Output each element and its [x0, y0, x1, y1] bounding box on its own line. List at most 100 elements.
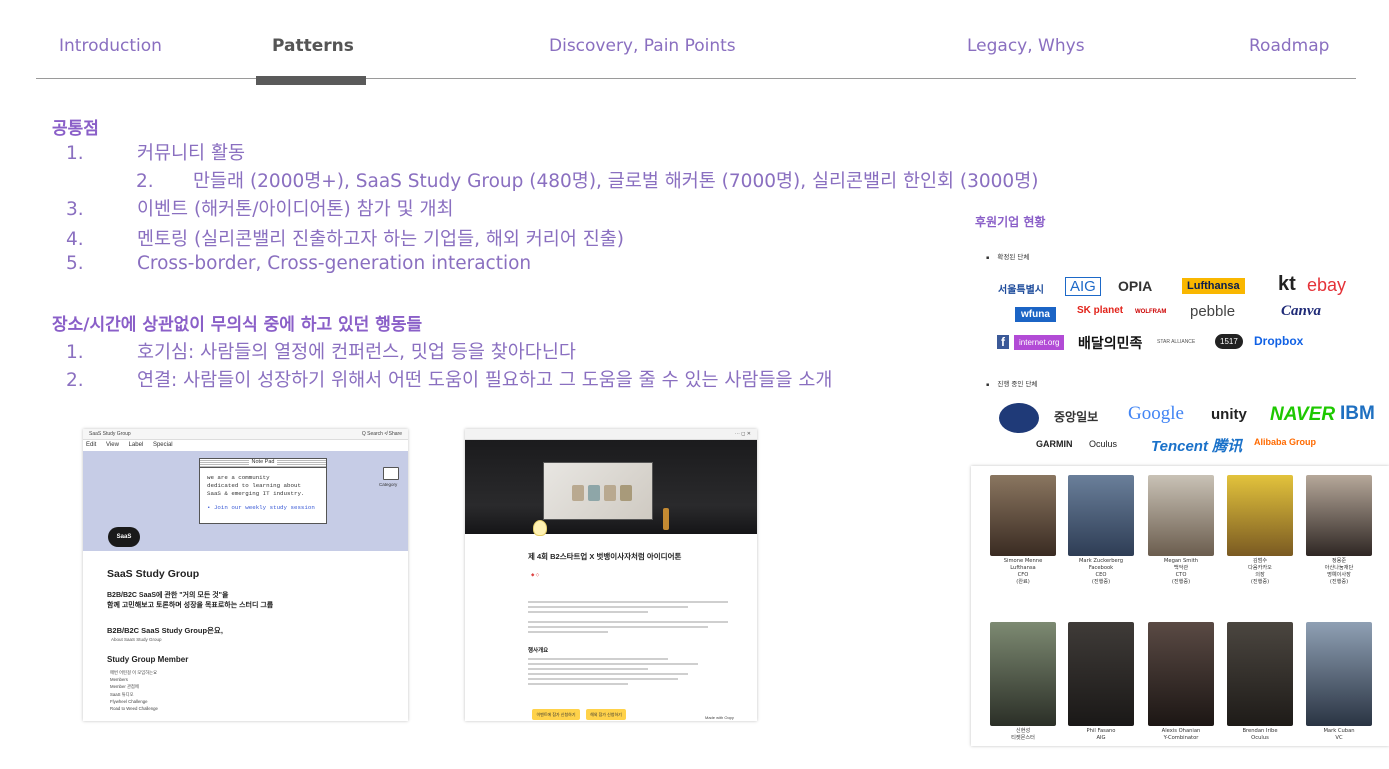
sponsor-title: 후원기업 현황 — [975, 215, 1046, 229]
list-item: 2. 만들래 (2000명+), SaaS Study Group (480명),… — [136, 171, 1039, 192]
oculus-logo: Oculus — [1089, 439, 1118, 449]
list-item[interactable]: Member 관점에 — [110, 683, 158, 690]
apply-button[interactable]: 이벤트에 참가 신청하기 — [532, 709, 580, 720]
menu-special[interactable]: Special — [153, 442, 173, 448]
lufthansa-logo: Lufthansa — [1182, 278, 1245, 294]
joongang-logo: 중앙일보 — [1054, 410, 1099, 424]
folder-icon[interactable] — [383, 467, 399, 480]
person-card: Mark Zuckerberg Facebook CEO (진행중) — [1068, 475, 1134, 586]
person-card: Megan Smith 백악관 CTO (진행중) — [1148, 475, 1214, 586]
star-alliance-logo: STAR ALLIANCE — [1157, 339, 1196, 345]
event-details — [528, 658, 728, 688]
tab-introduction[interactable]: Introduction — [59, 36, 162, 56]
kt-logo: kt — [1278, 273, 1296, 295]
event-overview-heading: 행사개요 — [528, 648, 549, 654]
naver-logo: NAVER — [1270, 404, 1336, 425]
list-item[interactable]: Members — [110, 676, 158, 683]
menu-bar: Edit View Label Special — [83, 440, 408, 451]
notepad-window: Note Pad we are a community dedicated to… — [199, 458, 327, 524]
person-card: Simone Menne Lufthansa CFO (완료) — [990, 475, 1056, 586]
canva-logo: Canva — [1281, 303, 1322, 319]
event-title: 제 4회 B2스타트업 X 벗뱅이사자처럼 아이디어톤 — [528, 552, 682, 561]
wolfram-logo: WOLFRAM — [1135, 309, 1167, 315]
wfuna-logo: wfuna — [1015, 307, 1056, 322]
event-photo — [465, 440, 757, 534]
people-grid: Simone Menne Lufthansa CFO (완료) Mark Zucker… — [971, 466, 1389, 746]
portrait-photo — [1148, 475, 1214, 556]
ibm-logo: IBM — [1340, 403, 1375, 424]
tab-legacy-whys[interactable]: Legacy, Whys — [967, 36, 1085, 56]
join-study-link[interactable]: • Join our weekly study session — [207, 504, 319, 512]
window-titlebar: SaaS Study Group Q Search ≮ Share — [83, 429, 408, 440]
section-heading-common: 공통점 — [52, 119, 99, 139]
tencent-logo: Tencent 腾讯 — [1151, 438, 1243, 455]
seoul-logo: 서울특별시 — [998, 285, 1044, 296]
portrait-photo — [1148, 622, 1214, 726]
pebble-logo: pebble — [1190, 303, 1236, 320]
portrait-photo — [990, 622, 1056, 726]
aig-logo: AIG — [1065, 277, 1101, 296]
about-link[interactable]: About SaaS Study Group — [111, 637, 162, 642]
sk-planet-logo: SK planet — [1077, 305, 1124, 316]
list-item: 5. Cross-border, Cross-generation interac… — [66, 253, 532, 274]
active-tab-indicator — [256, 76, 366, 85]
portrait-photo — [1068, 475, 1134, 556]
menu-view[interactable]: View — [106, 442, 119, 448]
list-item: 1. 호기심: 사람들의 열정에 컨퍼런스, 밋업 등을 찾아다닌다 — [66, 342, 576, 363]
opia-logo: OPIA — [1118, 278, 1153, 294]
portrait-photo — [1227, 475, 1293, 556]
portrait-photo — [1068, 622, 1134, 726]
list-item[interactable]: Road to Weed Challenge — [110, 705, 158, 712]
tagline: B2B/B2C SaaS에 관한 "거의 모든 것"을 함께 고민해보고 토론하… — [107, 592, 274, 609]
facebook-logo: f — [997, 335, 1009, 349]
list-item[interactable]: 매번 어떤걸 이 모임하는요 — [110, 669, 158, 676]
person-card: Brendan Iribe Oculus — [1227, 622, 1293, 742]
list-item[interactable]: Flywheel Challenge — [110, 698, 158, 705]
overseas-apply-button[interactable]: 해외 참가 신청하기 — [586, 709, 626, 720]
confirmed-label: 확정된 단체 — [986, 251, 1029, 261]
made-with-label: Made with Oopy — [705, 715, 734, 720]
members-list: 매번 어떤걸 이 모임하는요 Members Member 관점에 SaaS 튜… — [110, 669, 158, 712]
internet-org-logo: internet.org — [1014, 335, 1065, 350]
google-logo: Google — [1128, 403, 1184, 424]
person-card: Phil Fasano AIG — [1068, 622, 1134, 742]
garmin-logo: GARMIN — [1036, 439, 1073, 449]
ideathon-page-screenshot: ⋯ ◻ ✕ 제 4회 B2스타트업 X 벗뱅이사자처럼 아이디어톤 ◆ ◇ 행사… — [465, 429, 757, 721]
list-item: 2. 연결: 사람들이 성장하기 위해서 어떤 도움이 필요하고 그 도움을 줄 … — [66, 370, 833, 391]
menu-edit[interactable]: Edit — [86, 442, 96, 448]
list-item: 4. 멘토링 (실리콘밸리 진출하고자 하는 기업들, 해외 커리어 진출) — [66, 229, 624, 250]
tab-patterns[interactable]: Patterns — [272, 36, 354, 56]
baemin-logo: 배달의민족 — [1078, 336, 1143, 352]
person-card: Mark Cuban VC — [1306, 622, 1372, 742]
person-card: Alexis Ohanian Y-Combinator — [1148, 622, 1214, 742]
projector-screen — [543, 462, 653, 520]
list-item: 1. 커뮤니티 활동 — [66, 143, 246, 164]
1517-logo: 1517 — [1215, 334, 1243, 349]
list-item[interactable]: SaaS 튜디오 — [110, 691, 158, 698]
members-heading: Study Group Member — [107, 655, 189, 664]
presenter-figure — [663, 508, 669, 530]
portrait-photo — [1306, 475, 1372, 556]
saas-study-group-screenshot: SaaS Study Group Q Search ≮ Share Edit V… — [83, 429, 408, 721]
portrait-photo — [1227, 622, 1293, 726]
saas-logo: SaaS — [108, 527, 140, 547]
top-navigation: Introduction Patterns Discovery, Pain Po… — [0, 0, 1389, 90]
menu-label[interactable]: Label — [129, 442, 144, 448]
nav-divider — [36, 78, 1356, 79]
dropbox-logo: Dropbox — [1254, 334, 1304, 348]
list-item: 3. 이벤트 (해커톤/아이디어톤) 참가 및 개최 — [66, 199, 454, 220]
white-house-seal-icon — [999, 403, 1039, 433]
alibaba-logo: Alibaba Group — [1254, 437, 1317, 447]
sponsor-status-panel: 후원기업 현황 확정된 단체 서울특별시 AIG OPIA Lufthansa … — [964, 203, 1389, 458]
section-heading-unconscious-behaviors: 장소/시간에 상관없이 무의식 중에 하고 있던 행동들 — [52, 315, 423, 335]
in-progress-label: 진행 중인 단체 — [986, 378, 1037, 388]
unity-logo: unity — [1211, 406, 1247, 423]
tab-discovery-pain-points[interactable]: Discovery, Pain Points — [549, 36, 736, 56]
person-card: 김범수 다음카카오 의장 (진행중) — [1227, 475, 1293, 586]
ebay-logo: ebay — [1307, 275, 1347, 295]
browser-bar: ⋯ ◻ ✕ — [465, 429, 757, 440]
page-title: SaaS Study Group — [107, 568, 200, 580]
person-card: 정몽준 아산나눔재단 명예이사장 (진행중) — [1306, 475, 1372, 586]
tab-roadmap[interactable]: Roadmap — [1249, 36, 1329, 56]
organizer-logos: ◆ ◇ — [531, 572, 540, 577]
